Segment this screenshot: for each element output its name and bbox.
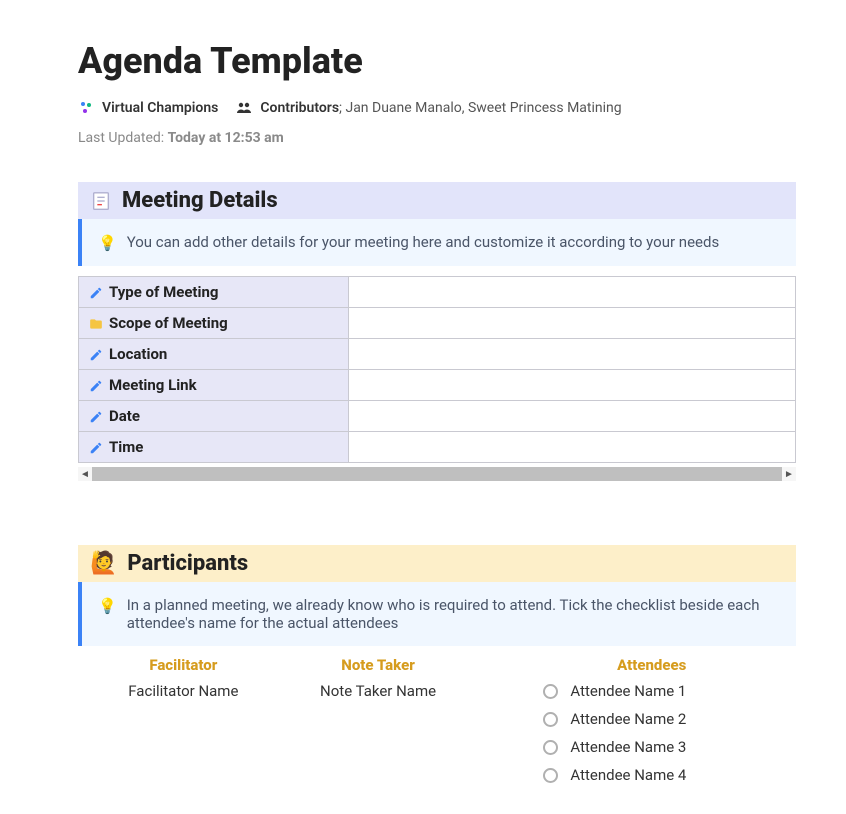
pencil-icon [89, 283, 103, 301]
row-value-cell[interactable] [349, 339, 796, 370]
facilitator-column: Facilitator Facilitator Name [86, 656, 281, 794]
table-row: Date [79, 401, 796, 432]
last-updated-label: Last Updated: [78, 130, 168, 146]
meeting-details-title: Meeting Details [122, 188, 278, 213]
meeting-details-header: Meeting Details [78, 182, 796, 219]
row-value-cell[interactable] [349, 308, 796, 339]
attendee-row: Attendee Name 3 [515, 738, 788, 756]
pencil-icon [89, 407, 103, 425]
table-row: Location [79, 339, 796, 370]
scroll-right-arrow[interactable]: ► [782, 467, 796, 481]
attendee-name[interactable]: Attendee Name 1 [570, 682, 686, 700]
meta-row: Virtual Champions Contributors; Jan Duan… [78, 100, 796, 116]
table-row: Meeting Link [79, 370, 796, 401]
table-row: Time [79, 432, 796, 463]
last-updated: Last Updated: Today at 12:53 am [78, 130, 796, 146]
row-value-cell[interactable] [349, 370, 796, 401]
notepad-icon [90, 190, 112, 212]
row-label-cell: Date [79, 401, 349, 432]
participants-title: Participants [127, 551, 248, 576]
attendee-row: Attendee Name 1 [515, 682, 788, 700]
contributors-badge[interactable]: Contributors; Jan Duane Manalo, Sweet Pr… [236, 100, 621, 116]
horizontal-scrollbar[interactable]: ◄ ► [78, 467, 796, 481]
table-row: Scope of Meeting [79, 308, 796, 339]
bulb-icon: 💡 [98, 597, 117, 615]
attendee-checkbox[interactable] [543, 684, 558, 699]
row-label: Date [109, 407, 140, 425]
facilitator-value[interactable]: Facilitator Name [86, 682, 281, 700]
contributors-label: Contributors [260, 100, 339, 116]
meeting-details-callout: 💡 You can add other details for your mee… [78, 219, 796, 266]
facilitator-header: Facilitator [86, 656, 281, 674]
attendee-checkbox[interactable] [543, 712, 558, 727]
row-value-cell[interactable] [349, 401, 796, 432]
attendee-name[interactable]: Attendee Name 4 [570, 766, 686, 784]
row-label: Meeting Link [109, 376, 197, 394]
last-updated-value: Today at 12:53 am [168, 130, 284, 146]
notetaker-value[interactable]: Note Taker Name [281, 682, 476, 700]
pencil-icon [89, 438, 103, 456]
raising-hand-icon: 🙋 [90, 551, 117, 576]
attendee-name[interactable]: Attendee Name 3 [570, 738, 686, 756]
table-row: Type of Meeting [79, 277, 796, 308]
meeting-details-callout-text: You can add other details for your meeti… [127, 233, 720, 251]
people-icon [236, 100, 252, 116]
attendee-row: Attendee Name 2 [515, 710, 788, 728]
attendee-row: Attendee Name 4 [515, 766, 788, 784]
row-label: Time [109, 438, 143, 456]
participants-callout-text: In a planned meeting, we already know wh… [127, 596, 780, 632]
pencil-icon [89, 345, 103, 363]
row-label: Type of Meeting [109, 283, 218, 301]
notetaker-header: Note Taker [281, 656, 476, 674]
attendee-checkbox[interactable] [543, 768, 558, 783]
participants-grid: Facilitator Facilitator Name Note Taker … [78, 656, 796, 794]
row-label-cell: Scope of Meeting [79, 308, 349, 339]
contributors-value: ; Jan Duane Manalo, Sweet Princess Matin… [339, 100, 622, 116]
attendees-header: Attendees [515, 656, 788, 674]
meeting-details-table: Type of Meeting Scope of Meeting Location M… [78, 276, 796, 463]
row-label-cell: Type of Meeting [79, 277, 349, 308]
row-label-cell: Time [79, 432, 349, 463]
bulb-icon: 💡 [98, 234, 117, 252]
folder-icon [89, 314, 103, 332]
page-title: Agenda Template [78, 40, 796, 82]
attendee-name[interactable]: Attendee Name 2 [570, 710, 686, 728]
row-value-cell[interactable] [349, 432, 796, 463]
row-label-cell: Location [79, 339, 349, 370]
participants-callout: 💡 In a planned meeting, we already know … [78, 582, 796, 646]
row-label-cell: Meeting Link [79, 370, 349, 401]
row-value-cell[interactable] [349, 277, 796, 308]
workspace-badge[interactable]: Virtual Champions [78, 100, 218, 116]
participants-header: 🙋 Participants [78, 545, 796, 582]
workspace-icon [78, 100, 94, 116]
workspace-name: Virtual Champions [102, 100, 218, 116]
pencil-icon [89, 376, 103, 394]
notetaker-column: Note Taker Note Taker Name [281, 656, 476, 794]
row-label: Scope of Meeting [109, 314, 228, 332]
scroll-left-arrow[interactable]: ◄ [78, 467, 92, 481]
attendees-column: Attendees Attendee Name 1 Attendee Name 2… [475, 656, 788, 794]
row-label: Location [109, 345, 167, 363]
attendee-checkbox[interactable] [543, 740, 558, 755]
